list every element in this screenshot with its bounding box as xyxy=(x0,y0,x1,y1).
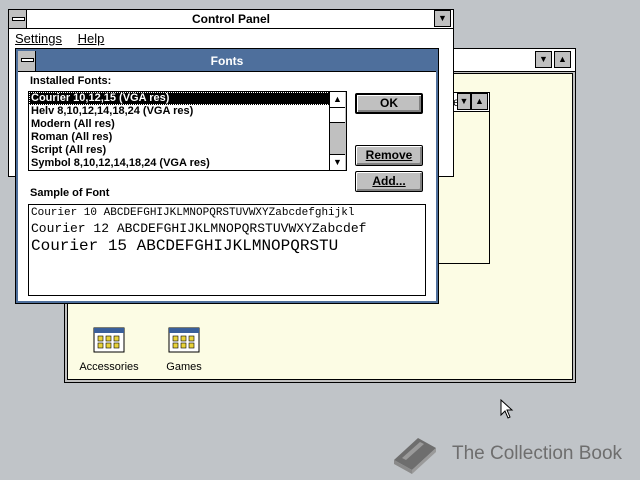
font-list-item[interactable]: Symbol 8,10,12,14,18,24 (VGA res) xyxy=(29,157,346,170)
menu-settings[interactable]: Settings xyxy=(15,30,62,48)
font-sample-box: Courier 10 ABCDEFGHIJKLMNOPQRSTUVWXYZabc… xyxy=(28,204,426,296)
fonts-system-menu-icon[interactable] xyxy=(18,51,36,71)
remove-button-label: Remove xyxy=(365,148,413,162)
add-button-label: Add... xyxy=(372,174,406,188)
remove-button[interactable]: Remove xyxy=(355,145,423,166)
control-panel-minimize-button[interactable]: ▼ xyxy=(434,10,451,27)
sample-line-10: Courier 10 ABCDEFGHIJKLMNOPQRSTUVWXYZabc… xyxy=(31,207,355,219)
watermark-text: The Collection Book xyxy=(452,443,623,464)
font-list-item[interactable]: Script (All res) xyxy=(29,144,346,157)
accessories-group-icon[interactable] xyxy=(93,327,125,355)
add-button[interactable]: Add... xyxy=(355,171,423,192)
sample-of-font-label: Sample of Font xyxy=(30,187,110,199)
games-group-icon[interactable] xyxy=(168,327,200,355)
maximize-button[interactable]: ▲ xyxy=(554,51,571,68)
fonts-list-scrollbar[interactable]: ▲ ▼ xyxy=(329,92,346,170)
scroll-thumb[interactable] xyxy=(330,108,345,123)
games-label[interactable]: Games xyxy=(158,361,210,373)
book-logo-icon xyxy=(394,438,436,474)
watermark: The Collection Book xyxy=(388,430,638,476)
fonts-dialog: Fonts Installed Fonts: Courier 10,12,15 … xyxy=(16,49,438,303)
group-minimize-button[interactable]: ▼ xyxy=(457,93,471,110)
control-panel-menubar: Settings Help xyxy=(15,30,117,48)
group-maximize-button[interactable]: ▲ xyxy=(471,93,488,110)
control-panel-title: Control Panel xyxy=(191,12,270,26)
font-list-item[interactable]: Roman (All res) xyxy=(29,131,346,144)
menu-help[interactable]: Help xyxy=(78,30,105,48)
installed-fonts-list[interactable]: Courier 10,12,15 (VGA res) Helv 8,10,12,… xyxy=(28,91,347,171)
control-panel-titlebar[interactable]: Control Panel xyxy=(9,10,453,29)
font-list-item[interactable]: Courier 10,12,15 (VGA res) xyxy=(29,92,346,105)
control-panel-system-menu-icon[interactable] xyxy=(9,10,27,28)
fonts-dialog-titlebar[interactable]: Fonts xyxy=(18,51,436,72)
sample-line-12: Courier 12 ABCDEFGHIJKLMNOPQRSTUVWXYZabc… xyxy=(31,221,367,236)
sample-line-15: Courier 15 ABCDEFGHIJKLMNOPQRSTU xyxy=(31,237,339,255)
scroll-down-arrow-icon[interactable]: ▼ xyxy=(330,154,345,170)
accessories-label[interactable]: Accessories xyxy=(78,361,140,373)
minimize-button[interactable]: ▼ xyxy=(535,51,552,68)
ok-button[interactable]: OK xyxy=(355,93,423,114)
mouse-cursor-icon xyxy=(500,399,514,419)
fonts-dialog-title: Fonts xyxy=(210,54,244,68)
font-list-item[interactable]: Modern (All res) xyxy=(29,118,346,131)
font-list-item[interactable]: Helv 8,10,12,14,18,24 (VGA res) xyxy=(29,105,346,118)
installed-fonts-label: Installed Fonts: xyxy=(30,75,112,87)
scroll-up-arrow-icon[interactable]: ▲ xyxy=(330,92,345,108)
